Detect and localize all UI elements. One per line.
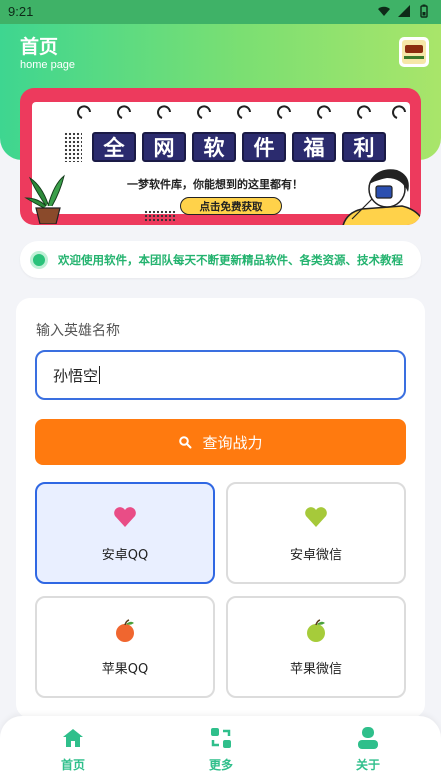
bottom-nav: 首页 更多 关于 (0, 716, 441, 784)
banner-paper: 全 网 软 件 福 利 一梦软件库，你能想到的这里都有！ 点击免费获取 (32, 102, 421, 225)
home-icon (63, 729, 83, 747)
hero-name-label: 输入英雄名称 (36, 323, 120, 339)
promo-banner[interactable]: 全 网 软 件 福 利 一梦软件库，你能想到的这里都有！ 点击免费获取 (20, 88, 421, 225)
nav-label: 关于 (355, 758, 380, 772)
girl-illustration-icon (342, 169, 421, 225)
banner-get-button[interactable]: 点击免费获取 (180, 197, 282, 215)
wifi-icon (378, 6, 390, 16)
notice-bar[interactable]: 欢迎使用软件，本团队每天不断更新精品软件、各类资源、技术教程 (20, 241, 421, 278)
hero-name-input[interactable]: 孙悟空 (35, 350, 406, 400)
dots-decoration (64, 132, 82, 162)
status-bar: 9:21 (0, 0, 441, 24)
refresh-icon (211, 728, 231, 748)
query-power-label: 查询战力 (202, 433, 263, 452)
option-android-wechat[interactable]: 安卓微信 (226, 482, 406, 584)
heart-icon (114, 506, 136, 527)
apple-icon (116, 618, 134, 642)
notebook-rings-icon (77, 105, 406, 119)
plant-illustration-icon (24, 174, 65, 224)
banner-title: 全 网 软 件 福 利 (92, 132, 386, 162)
query-power-button[interactable]: 查询战力 (35, 419, 406, 465)
nav-item-more[interactable]: 更多 (181, 726, 261, 773)
app-logo[interactable] (399, 37, 429, 67)
page-subtitle: home page (20, 59, 76, 71)
notice-text: 欢迎使用软件，本团队每天不断更新精品软件、各类资源、技术教程 (58, 252, 403, 267)
battery-icon (420, 4, 428, 18)
user-icon (358, 727, 378, 749)
banner-title-char: 软 (192, 132, 236, 162)
option-label: 安卓QQ (101, 547, 149, 563)
notice-indicator-icon (30, 250, 48, 269)
query-card: 输入英雄名称 孙悟空 查询战力 安卓QQ 安卓微信 苹果QQ 苹果微信 (16, 298, 425, 718)
banner-title-char: 利 (342, 132, 386, 162)
nav-item-about[interactable]: 关于 (328, 726, 408, 773)
nav-item-home[interactable]: 首页 (33, 726, 113, 773)
option-android-qq[interactable]: 安卓QQ (35, 482, 215, 584)
dots-decoration (144, 210, 176, 222)
option-label: 安卓微信 (289, 547, 342, 563)
option-label: 苹果QQ (101, 661, 149, 677)
hero-name-value: 孙悟空 (53, 366, 99, 385)
banner-title-char: 件 (242, 132, 286, 162)
option-label: 苹果微信 (289, 661, 342, 677)
nav-label: 更多 (208, 758, 233, 772)
status-time: 9:21 (8, 4, 34, 19)
search-icon (179, 436, 192, 449)
logo-image (402, 40, 426, 64)
banner-title-char: 全 (92, 132, 136, 162)
text-caret (99, 366, 101, 384)
option-ios-wechat[interactable]: 苹果微信 (226, 596, 406, 698)
apple-icon (307, 618, 325, 642)
status-icons (377, 4, 431, 18)
signal-icon (398, 5, 410, 17)
banner-subtitle: 一梦软件库，你能想到的这里都有！ (127, 178, 303, 191)
heart-icon (305, 506, 327, 527)
page-title: 首页 (20, 37, 59, 58)
banner-title-char: 网 (142, 132, 186, 162)
nav-label: 首页 (60, 758, 85, 772)
option-ios-qq[interactable]: 苹果QQ (35, 596, 215, 698)
banner-title-char: 福 (292, 132, 336, 162)
